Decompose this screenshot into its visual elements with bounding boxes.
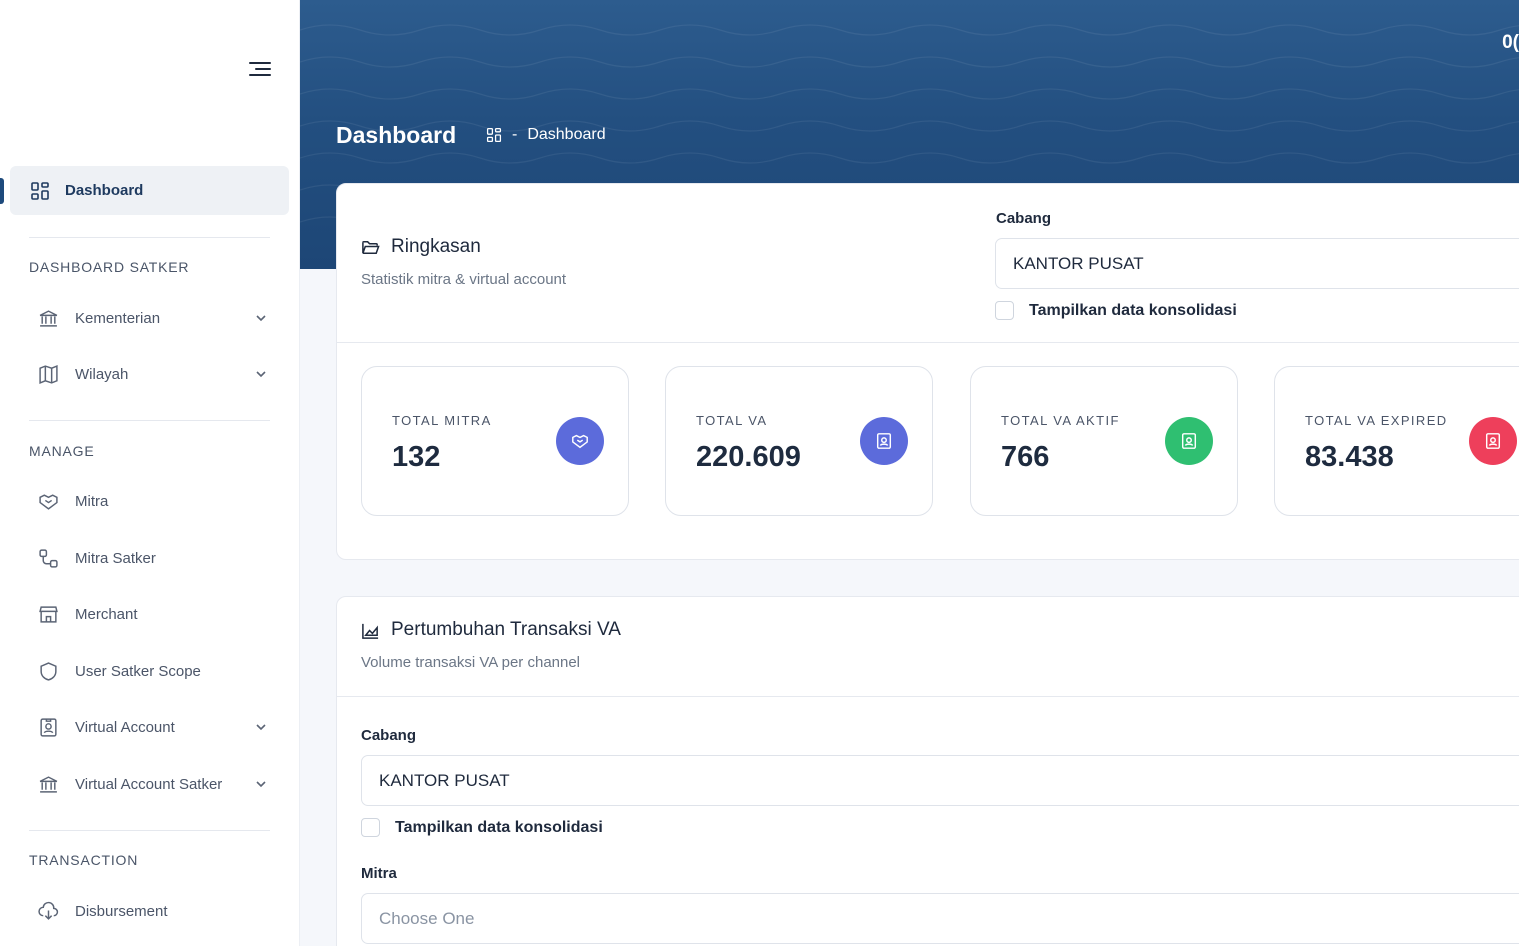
chevron-down-icon[interactable] <box>254 311 268 325</box>
sidebar-item-label: User Satker Scope <box>75 662 201 680</box>
stat-label: TOTAL MITRA <box>392 413 492 428</box>
stat-value: 83.438 <box>1305 441 1394 473</box>
sidebar-item-label: Virtual Account <box>75 718 175 736</box>
stat-total-va-expired: TOTAL VA EXPIRED 83.438 <box>1274 366 1519 516</box>
cabang-label: Cabang <box>996 210 1052 227</box>
sidebar-item-label: Kementerian <box>75 309 161 327</box>
header-corner-text: 0( <box>1502 32 1519 53</box>
mitra-select[interactable]: Choose One <box>361 893 1519 944</box>
divider <box>29 830 270 831</box>
section-title: MANAGE <box>29 443 95 459</box>
sidebar-item-label: Wilayah <box>75 365 129 383</box>
sidebar-item-label: Mitra Satker <box>75 549 156 567</box>
id-badge-icon <box>1469 417 1517 465</box>
divider <box>29 420 270 421</box>
card-subtitle: Statistik mitra & virtual account <box>361 271 567 288</box>
breadcrumb: - Dashboard <box>486 126 606 144</box>
consolidate-checkbox[interactable] <box>361 818 380 837</box>
mitra-label: Mitra <box>361 865 397 882</box>
id-badge-icon <box>38 717 59 738</box>
consolidate-row: Tampilkan data konsolidasi <box>995 301 1237 320</box>
chevron-down-icon[interactable] <box>254 777 268 791</box>
chart-area-icon <box>362 623 379 639</box>
sidebar-item-mitra[interactable]: Mitra <box>38 486 268 516</box>
folder-open-icon <box>362 240 380 254</box>
consolidate-label: Tampilkan data konsolidasi <box>395 818 603 836</box>
growth-card: Pertumbuhan Transaksi VA Volume transaks… <box>336 596 1519 946</box>
sidebar-item-label: Mitra <box>75 492 109 510</box>
sidebar: Dashboard DASHBOARD SATKER Kementerian W… <box>0 0 300 946</box>
stat-label: TOTAL VA AKTIF <box>1001 413 1120 428</box>
active-indicator <box>0 178 4 204</box>
sidebar-item-virtual-account-satker[interactable]: Virtual Account Satker <box>38 769 268 799</box>
stat-value: 766 <box>1001 441 1050 473</box>
grid-icon <box>31 181 49 200</box>
summary-title: Ringkasan <box>391 236 481 257</box>
bank-icon <box>38 774 59 795</box>
divider <box>337 342 1519 343</box>
cabang-select[interactable]: KANTOR PUSAT <box>361 755 1519 806</box>
sidebar-item-disbursement[interactable]: Disbursement <box>38 896 268 926</box>
sidebar-item-label: Merchant <box>75 605 138 623</box>
store-icon <box>38 604 59 625</box>
sidebar-item-dashboard[interactable]: Dashboard <box>10 166 289 215</box>
card-title: Ringkasan <box>361 236 481 258</box>
sidebar-item-merchant[interactable]: Merchant <box>38 599 268 629</box>
id-badge-icon <box>860 417 908 465</box>
cloud-download-icon <box>38 901 59 922</box>
section-title: TRANSACTION <box>29 852 139 868</box>
chevron-down-icon[interactable] <box>254 367 268 381</box>
chevron-down-icon[interactable] <box>254 720 268 734</box>
consolidate-row: Tampilkan data konsolidasi <box>361 818 603 837</box>
stat-label: TOTAL VA <box>696 413 768 428</box>
stat-total-va: TOTAL VA 220.609 <box>665 366 933 516</box>
stat-total-va-aktif: TOTAL VA AKTIF 766 <box>970 366 1238 516</box>
breadcrumb-separator: - <box>512 126 518 143</box>
sidebar-item-virtual-account[interactable]: Virtual Account <box>38 712 268 742</box>
stat-total-mitra: TOTAL MITRA 132 <box>361 366 629 516</box>
sidebar-item-label: Dashboard <box>65 182 144 199</box>
card-title: Pertumbuhan Transaksi VA <box>361 619 621 641</box>
shield-icon <box>38 661 59 682</box>
sidebar-item-wilayah[interactable]: Wilayah <box>38 359 268 389</box>
sidebar-item-user-satker-scope[interactable]: User Satker Scope <box>38 656 268 686</box>
id-badge-icon <box>1165 417 1213 465</box>
handshake-icon <box>38 491 59 512</box>
growth-title: Pertumbuhan Transaksi VA <box>391 619 621 640</box>
grid-icon[interactable] <box>486 127 502 143</box>
breadcrumb-current: Dashboard <box>527 126 606 143</box>
sidebar-item-mitra-satker[interactable]: Mitra Satker <box>38 543 268 573</box>
card-subtitle: Volume transaksi VA per channel <box>361 654 581 671</box>
divider <box>337 696 1519 697</box>
cabang-label: Cabang <box>361 727 417 744</box>
page-title: Dashboard <box>336 122 457 148</box>
flow-icon <box>38 548 59 569</box>
divider <box>29 237 270 238</box>
sidebar-item-label: Disbursement <box>75 902 168 920</box>
handshake-icon <box>556 417 604 465</box>
stat-label: TOTAL VA EXPIRED <box>1305 413 1448 428</box>
sidebar-item-label: Virtual Account Satker <box>75 775 223 793</box>
map-icon <box>38 364 59 385</box>
sidebar-item-kementerian[interactable]: Kementerian <box>38 303 268 333</box>
consolidate-label: Tampilkan data konsolidasi <box>1029 301 1237 319</box>
cabang-select[interactable]: KANTOR PUSAT <box>995 238 1519 289</box>
menu-toggle-icon[interactable] <box>249 60 271 78</box>
consolidate-checkbox[interactable] <box>995 301 1014 320</box>
section-title: DASHBOARD SATKER <box>29 259 190 275</box>
bank-icon <box>38 308 59 329</box>
stat-value: 220.609 <box>696 441 801 473</box>
stat-value: 132 <box>392 441 441 473</box>
